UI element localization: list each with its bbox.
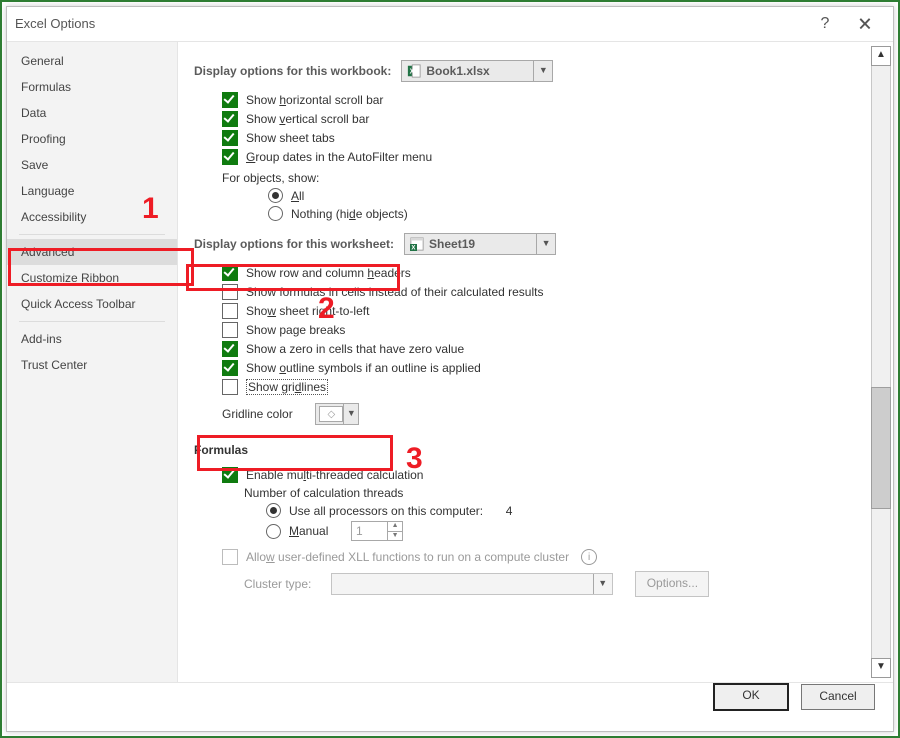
checkbox-page-breaks[interactable]	[222, 322, 238, 338]
scroll-thumb[interactable]	[871, 387, 891, 509]
label-h-scroll: Show horizontal scroll bar	[246, 93, 383, 107]
checkbox-sheet-tabs[interactable]	[222, 130, 238, 146]
worksheet-icon: X	[408, 235, 426, 253]
checkbox-multithreaded[interactable]	[222, 467, 238, 483]
section-workbook-display: Display options for this workbook: X Boo…	[194, 60, 871, 82]
radio-objects-all[interactable]	[268, 188, 283, 203]
sidebar-item-proofing[interactable]: Proofing	[7, 126, 177, 152]
radio-use-all-processors[interactable]	[266, 503, 281, 518]
checkbox-zero-values[interactable]	[222, 341, 238, 357]
titlebar: Excel Options ? 🗙	[7, 7, 893, 41]
chevron-down-icon: ▼	[533, 61, 552, 81]
checkbox-xll-cluster	[222, 549, 238, 565]
chevron-down-icon: ▼	[536, 234, 555, 254]
label-group-dates: Group dates in the AutoFilter menu	[246, 150, 432, 164]
label-multithreaded: Enable multi-threaded calculation	[246, 468, 423, 482]
label-gridline-color: Gridline color	[222, 407, 293, 421]
label-show-formulas: Show formulas in cells instead of their …	[246, 285, 543, 299]
checkbox-show-formulas[interactable]	[222, 284, 238, 300]
label-page-breaks: Show page breaks	[246, 323, 345, 337]
label-thread-count: Number of calculation threads	[244, 486, 403, 500]
checkbox-show-gridlines[interactable]	[222, 379, 238, 395]
label-objects-nothing: Nothing (hide objects)	[291, 207, 408, 221]
svg-text:X: X	[410, 69, 415, 76]
sidebar-item-general[interactable]: General	[7, 48, 177, 74]
manual-thread-spinner[interactable]: 1 ▲▼	[351, 521, 403, 541]
sidebar-item-trust-center[interactable]: Trust Center	[7, 352, 177, 378]
sidebar-item-accessibility[interactable]: Accessibility	[7, 204, 177, 230]
label-objects-show: For objects, show:	[222, 171, 319, 185]
checkbox-h-scroll[interactable]	[222, 92, 238, 108]
label-use-all-processors: Use all processors on this computer:	[289, 504, 483, 518]
processor-count: 4	[506, 504, 513, 518]
sidebar-separator	[19, 234, 165, 235]
help-button[interactable]: ?	[805, 7, 845, 41]
radio-manual-threads[interactable]	[266, 524, 281, 539]
label-outline-symbols: Show outline symbols if an outline is ap…	[246, 361, 481, 375]
dialog-footer: OK Cancel	[7, 663, 893, 731]
excel-options-window: Excel Options ? 🗙 General Formulas Data …	[6, 6, 894, 732]
label-zero-values: Show a zero in cells that have zero valu…	[246, 342, 464, 356]
checkbox-outline-symbols[interactable]	[222, 360, 238, 376]
section-heading: Display options for this workbook:	[194, 64, 391, 78]
label-show-gridlines: Show gridlines	[246, 379, 328, 395]
label-objects-all: All	[291, 189, 304, 203]
label-sheet-tabs: Show sheet tabs	[246, 131, 335, 145]
close-button[interactable]: 🗙	[845, 7, 885, 41]
category-sidebar: General Formulas Data Proofing Save Lang…	[7, 42, 178, 682]
color-swatch-icon: ◇	[319, 406, 343, 422]
chevron-down-icon: ▼	[593, 574, 612, 594]
checkbox-rtl[interactable]	[222, 303, 238, 319]
checkbox-group-dates[interactable]	[222, 149, 238, 165]
label-row-col-headers: Show row and column headers	[246, 266, 411, 280]
sidebar-item-customize-ribbon[interactable]: Customize Ribbon	[7, 265, 177, 291]
ok-button[interactable]: OK	[713, 683, 789, 711]
vertical-scrollbar[interactable]: ▲ ▼	[871, 46, 891, 678]
spinner-down-icon[interactable]: ▼	[388, 532, 402, 541]
radio-objects-nothing[interactable]	[268, 206, 283, 221]
label-xll-cluster: Allow user-defined XLL functions to run …	[246, 550, 569, 564]
info-icon[interactable]: i	[581, 549, 597, 565]
workbook-combo[interactable]: X Book1.xlsx ▼	[401, 60, 553, 82]
section-heading: Display options for this worksheet:	[194, 237, 394, 251]
spinner-value: 1	[356, 524, 363, 538]
sidebar-item-language[interactable]: Language	[7, 178, 177, 204]
cancel-button[interactable]: Cancel	[801, 684, 875, 710]
scroll-up-icon[interactable]: ▲	[871, 46, 891, 66]
worksheet-combo[interactable]: X Sheet19 ▼	[404, 233, 556, 255]
cluster-type-combo: ▼	[331, 573, 613, 595]
sidebar-item-quick-access[interactable]: Quick Access Toolbar	[7, 291, 177, 317]
window-title: Excel Options	[15, 7, 805, 41]
cluster-options-button: Options...	[635, 571, 709, 597]
sidebar-item-data[interactable]: Data	[7, 100, 177, 126]
label-cluster-type: Cluster type:	[244, 577, 311, 591]
label-rtl: Show sheet right-to-left	[246, 304, 369, 318]
advanced-options-panel: Display options for this workbook: X Boo…	[178, 42, 893, 682]
sidebar-item-formulas[interactable]: Formulas	[7, 74, 177, 100]
checkbox-row-col-headers[interactable]	[222, 265, 238, 281]
gridline-color-picker[interactable]: ◇ ▼	[315, 403, 359, 425]
label-manual-threads: Manual	[289, 524, 328, 538]
excel-file-icon: X	[405, 62, 423, 80]
section-formulas: Formulas	[194, 443, 871, 457]
section-worksheet-display: Display options for this worksheet: X Sh…	[194, 233, 871, 255]
checkbox-v-scroll[interactable]	[222, 111, 238, 127]
sidebar-item-save[interactable]: Save	[7, 152, 177, 178]
chevron-down-icon: ▼	[343, 404, 358, 424]
sidebar-item-add-ins[interactable]: Add-ins	[7, 326, 177, 352]
label-v-scroll: Show vertical scroll bar	[246, 112, 369, 126]
sidebar-item-advanced[interactable]: Advanced	[7, 239, 177, 265]
sidebar-separator	[19, 321, 165, 322]
spinner-up-icon[interactable]: ▲	[388, 522, 402, 532]
